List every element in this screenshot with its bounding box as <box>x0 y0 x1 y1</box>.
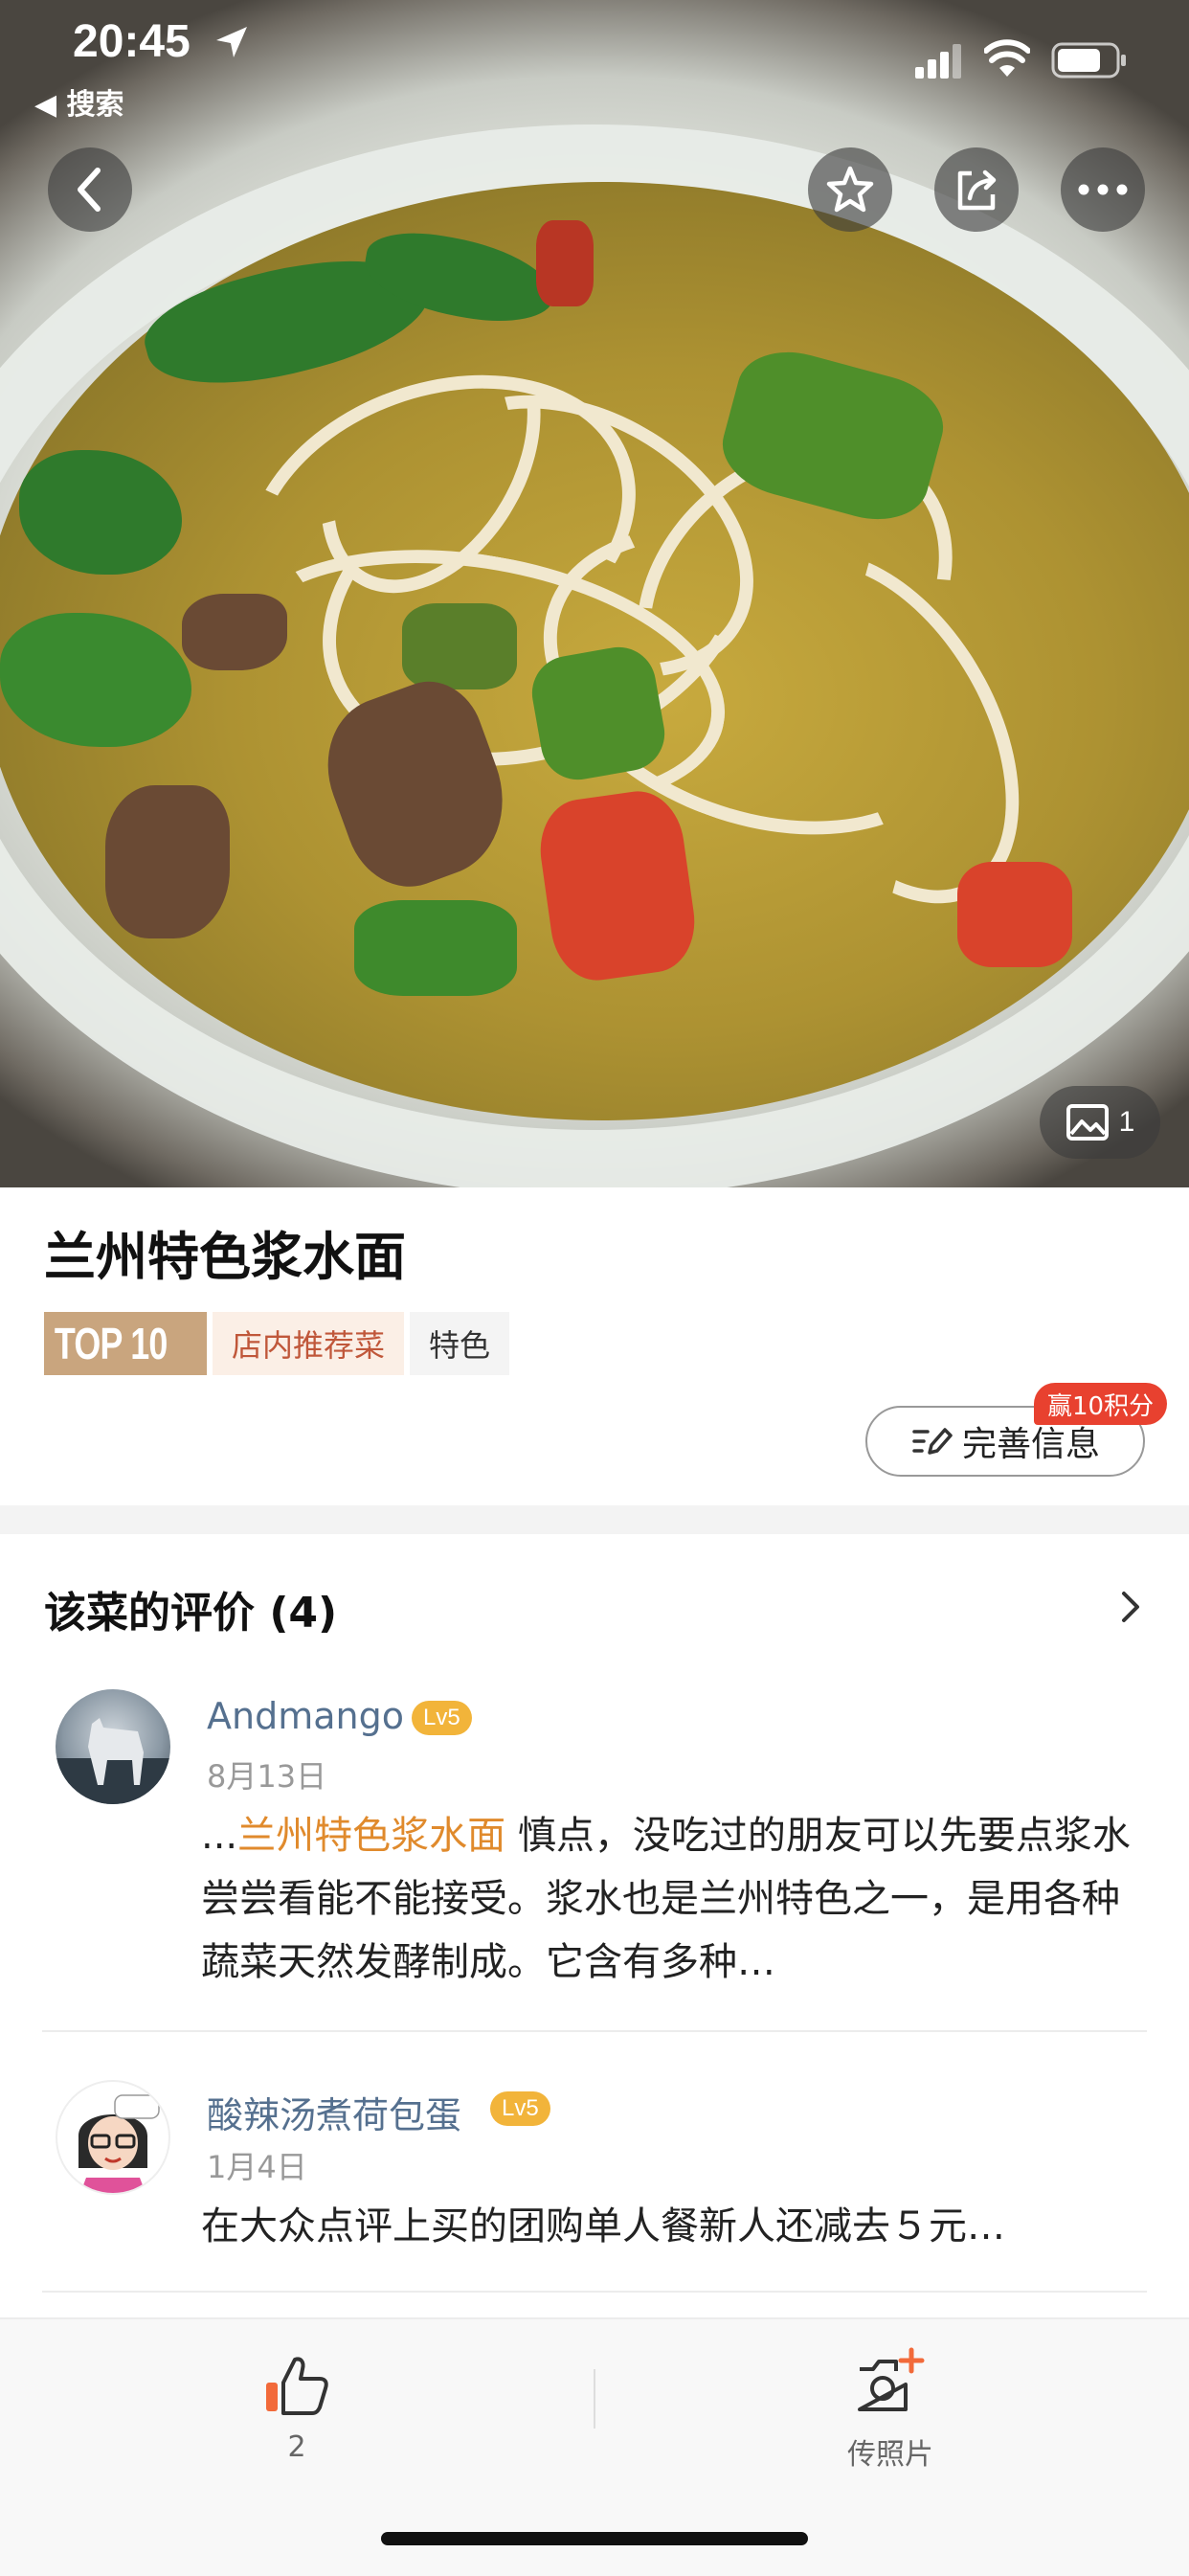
dish-mention: 兰州特色浆水面 <box>237 1814 506 1858</box>
back-to-app-link[interactable]: ◀ 搜索 <box>34 80 124 123</box>
reviewer-name[interactable]: Andmango <box>207 1695 404 1737</box>
upload-photo-button[interactable]: 传照片 <box>833 2342 948 2472</box>
dish-title: 兰州特色浆水面 <box>44 1227 406 1287</box>
like-count: 2 <box>287 2430 306 2464</box>
cartoon-girl-avatar-icon <box>78 2094 160 2193</box>
battery-icon <box>1051 42 1126 79</box>
star-icon <box>826 166 874 213</box>
review-date: 8月13日 <box>207 1758 327 1795</box>
level-badge: Lv5 <box>412 1701 472 1735</box>
review-text[interactable]: ...兰州特色浆水面 慎点，没吃过的朋友可以先要点浆水尝尝看能不能接受。浆水也是… <box>201 1804 1132 1994</box>
like-button[interactable]: 2 <box>239 2342 354 2467</box>
beef-slice <box>105 785 230 938</box>
level-badge: Lv5 <box>490 2091 550 2126</box>
location-arrow-icon <box>216 27 247 57</box>
reward-badge: 赢10积分 <box>1034 1383 1168 1425</box>
review-text[interactable]: 在大众点评上买的团购单人餐新人还减去５元… <box>201 2195 1132 2258</box>
bottom-divider <box>594 2369 595 2429</box>
back-button[interactable] <box>48 147 132 232</box>
camera-add-icon <box>858 2347 925 2411</box>
more-button[interactable] <box>1061 147 1145 232</box>
green-pepper <box>526 641 671 786</box>
photo-count-button[interactable]: 1 <box>1040 1086 1160 1159</box>
rank-badge-description: 店内推荐菜 <box>213 1312 405 1375</box>
upload-photo-label: 传照片 <box>847 2438 933 2472</box>
review-separator <box>42 2291 1147 2293</box>
chili <box>536 220 594 306</box>
avatar[interactable] <box>56 1689 170 1804</box>
thumbs-up-icon <box>266 2357 328 2415</box>
dish-tag: 特色 <box>410 1312 510 1375</box>
chevron-left-icon <box>78 168 101 212</box>
section-divider <box>0 1505 1189 1534</box>
dog-avatar-icon <box>56 1718 170 1804</box>
chevron-right-icon[interactable] <box>1114 1586 1147 1628</box>
edit-icon <box>912 1428 953 1455</box>
beef-slice <box>182 594 287 670</box>
green-pepper <box>402 603 517 689</box>
rank-badge-label: TOP 10 <box>44 1312 208 1375</box>
review-date: 1月4日 <box>207 2149 307 2185</box>
status-time: 20:45 <box>73 16 191 67</box>
review-ellipsis: ... <box>201 1814 238 1858</box>
rank-badge[interactable]: TOP 10 店内推荐菜 <box>44 1312 405 1375</box>
share-button[interactable] <box>934 147 1019 232</box>
reviewer-name[interactable]: 酸辣汤煮荷包蛋 <box>207 2086 461 2138</box>
more-dots-icon <box>1078 184 1128 195</box>
photo-count: 1 <box>1118 1106 1135 1138</box>
red-pepper <box>957 862 1072 967</box>
wifi-icon <box>984 39 1030 77</box>
green-pepper <box>354 900 517 996</box>
favorite-button[interactable] <box>808 147 892 232</box>
share-icon <box>957 169 997 211</box>
home-indicator[interactable] <box>381 2532 808 2545</box>
reviews-title[interactable]: 该菜的评价 (4) <box>44 1578 337 1639</box>
avatar[interactable] <box>56 2080 170 2195</box>
image-icon <box>1066 1104 1109 1141</box>
review-separator <box>42 2030 1147 2032</box>
cellular-signal-icon <box>915 44 961 79</box>
